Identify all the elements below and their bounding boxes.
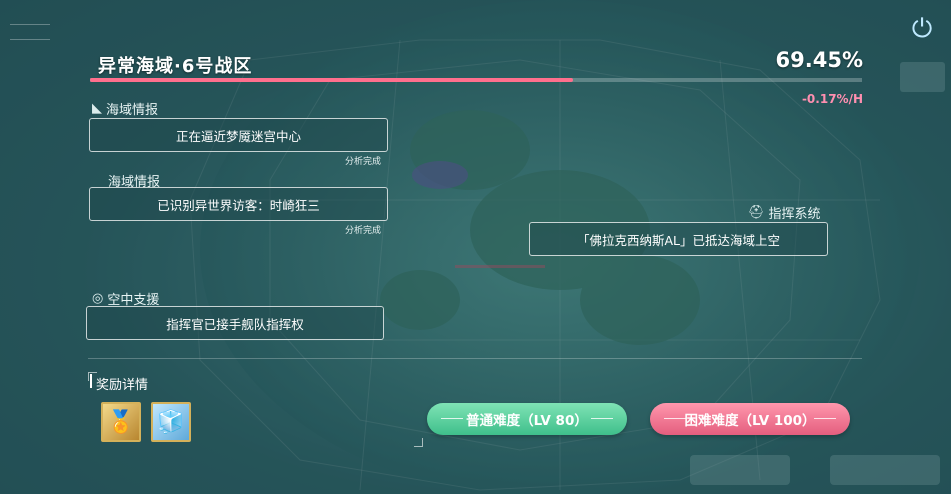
progress-bar (90, 78, 862, 82)
hard-difficulty-label: 困难难度（LV 100） (684, 413, 816, 429)
air-support-box: 指挥官已接手舰队指挥权 (86, 306, 384, 340)
radar-icon: ◎ (92, 291, 104, 306)
progress-bar-fill (90, 78, 573, 82)
corner-mark (88, 372, 97, 381)
hard-difficulty-button[interactable]: 困难难度（LV 100） (650, 403, 850, 435)
reward-item-ice-cube[interactable]: 🧊 (151, 402, 191, 442)
reward-details-title: 奖励详情 (89, 374, 148, 393)
sea-intel-box-2: 已识别异世界访客：时崎狂三 (89, 187, 388, 221)
divider (88, 358, 862, 359)
sea-intel-box-1: 正在逼近梦魇迷宫中心 (89, 118, 388, 152)
corner-decoration (10, 24, 50, 40)
normal-difficulty-button[interactable]: 普通难度（LV 80） (427, 403, 627, 435)
gold-medal-icon: 🏅 (107, 409, 135, 435)
button-decoration (441, 418, 463, 419)
sea-intel-label-1-text: 海域情报 (106, 103, 159, 118)
command-system-box: 「佛拉克西纳斯AL」已抵达海域上空 (529, 222, 828, 256)
command-system-content: 「佛拉克西纳斯AL」已抵达海域上空 (576, 232, 781, 248)
captain-hat-icon: ⛑ (748, 205, 765, 220)
button-decoration (814, 418, 836, 419)
analysis-done-1: 分析完成 (345, 157, 382, 167)
flag-icon: ◣ (92, 101, 102, 116)
progress-percent: 69.45% (775, 48, 863, 72)
button-decoration (591, 418, 613, 419)
sea-intel-label-1: ◣ 海域情报 (92, 99, 158, 118)
sea-intel-content-1: 正在逼近梦魇迷宫中心 (175, 128, 301, 144)
power-icon[interactable]: ⏻ (907, 14, 937, 44)
sea-intel-content-2: 已识别异世界访客：时崎狂三 (157, 197, 320, 213)
button-decoration (664, 418, 686, 419)
air-support-content: 指挥官已接手舰队指挥权 (166, 316, 304, 332)
ice-cube-icon: 🧊 (157, 409, 185, 435)
reward-item-gold-medal[interactable]: 🏅 (101, 402, 141, 442)
analysis-done-2: 分析完成 (345, 226, 382, 236)
command-system-label: ⛑ 指挥系统 (748, 203, 821, 222)
command-system-label-text: 指挥系统 (768, 207, 821, 222)
normal-difficulty-label: 普通难度（LV 80） (466, 413, 588, 429)
page-title: 异常海域·6号战区 (98, 56, 253, 77)
corner-mark (414, 438, 423, 447)
progress-rate: -0.17%/H (801, 92, 863, 106)
